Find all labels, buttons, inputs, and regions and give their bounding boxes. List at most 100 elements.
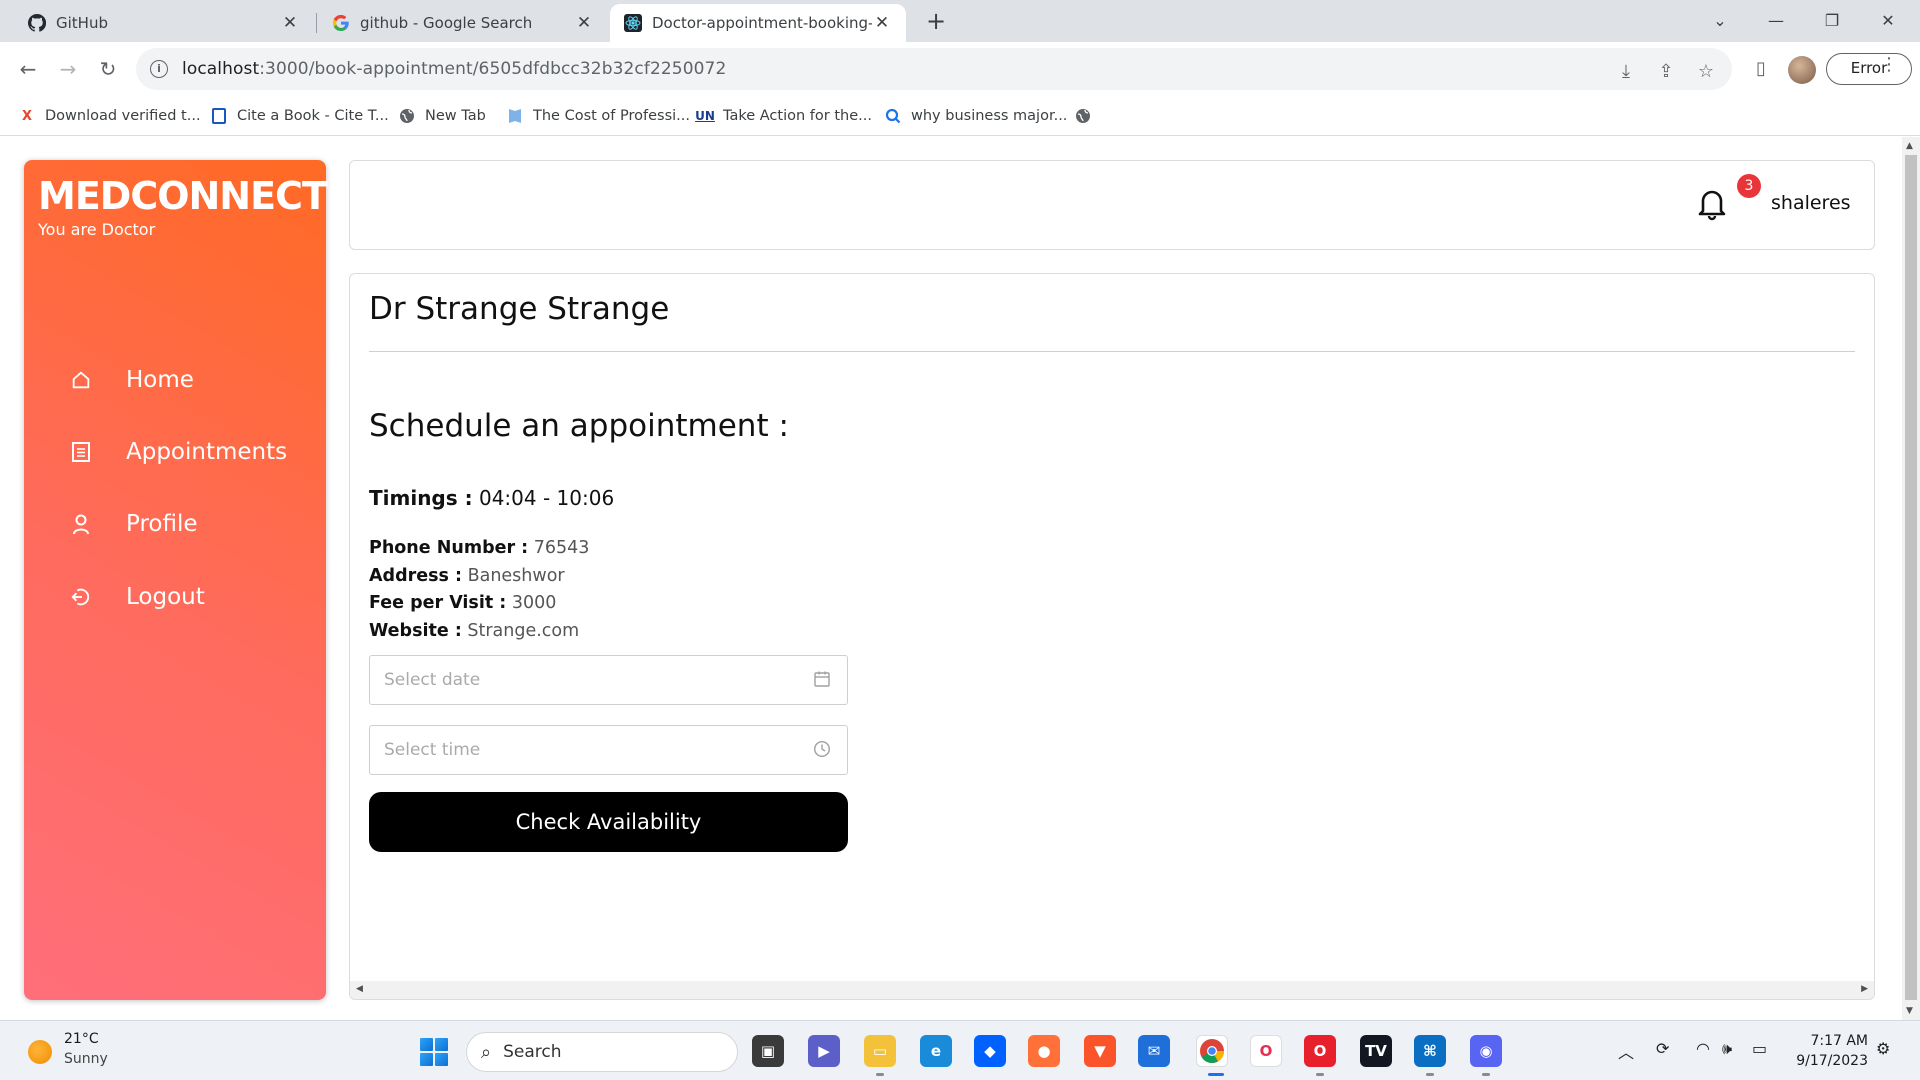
file-explorer-icon[interactable]: ▭ xyxy=(864,1035,896,1067)
timings-line: Timings : 04:04 - 10:06 xyxy=(369,486,615,510)
discord-icon[interactable]: ◉ xyxy=(1470,1035,1502,1067)
scroll-left-icon[interactable]: ◀ xyxy=(356,984,363,994)
scroll-down-icon[interactable]: ▼ xyxy=(1906,1006,1913,1016)
tab-search-chevron-icon[interactable]: ⌄ xyxy=(1692,0,1748,40)
minimize-icon[interactable]: — xyxy=(1748,0,1804,40)
weather-condition[interactable]: Sunny xyxy=(64,1051,108,1067)
back-arrow-icon[interactable]: ← xyxy=(12,53,44,85)
reload-icon[interactable]: ↻ xyxy=(92,53,124,85)
tab-separator xyxy=(316,13,317,33)
scroll-up-icon[interactable]: ▲ xyxy=(1906,141,1913,151)
scroll-right-icon[interactable]: ▶ xyxy=(1861,984,1868,994)
install-app-icon[interactable]: ⤓ xyxy=(1614,60,1638,84)
sidebar-item-appointments[interactable]: Appointments xyxy=(68,432,287,472)
tab-github[interactable]: GitHub ✕ xyxy=(14,4,314,42)
new-tab-plus-icon[interactable]: + xyxy=(922,8,950,36)
tradingview-icon[interactable]: TV xyxy=(1360,1035,1392,1067)
running-indicator xyxy=(876,1073,884,1076)
date-input[interactable] xyxy=(384,670,813,690)
horizontal-scrollbar[interactable]: ◀ ▶ xyxy=(350,981,1874,999)
taskbar-search[interactable]: ⌕ Search xyxy=(466,1032,738,1072)
x-icon: X xyxy=(21,108,33,124)
bookmark-item[interactable]: Cite a Book - Cite T... xyxy=(210,105,389,127)
check-availability-button[interactable]: Check Availability xyxy=(369,792,848,852)
fee-line: Fee per Visit : 3000 xyxy=(369,593,557,613)
close-icon[interactable]: ✕ xyxy=(872,13,892,33)
address-bar[interactable]: i localhost:3000/book-appointment/6505df… xyxy=(136,48,1732,90)
running-indicator xyxy=(1316,1073,1324,1076)
username[interactable]: shaleres xyxy=(1771,192,1851,214)
bookmark-star-icon[interactable]: ☆ xyxy=(1694,60,1718,84)
windows-start-icon[interactable] xyxy=(420,1038,448,1066)
share-icon[interactable]: ⇪ xyxy=(1654,60,1678,84)
close-icon[interactable]: ✕ xyxy=(574,13,594,33)
show-hidden-icons-chevron-icon[interactable]: ︿ xyxy=(1618,1039,1634,1063)
sync-icon[interactable]: ⟳ xyxy=(1656,1039,1669,1058)
tab-title: Doctor-appointment-booking-ap xyxy=(652,14,872,32)
time-input[interactable] xyxy=(384,740,813,760)
site-info-icon[interactable]: i xyxy=(150,60,168,78)
scrollbar-thumb[interactable] xyxy=(1905,155,1917,1000)
main-content: Dr Strange Strange Schedule an appointme… xyxy=(349,273,1875,1000)
sidebar-item-label: Appointments xyxy=(126,439,288,465)
sun-icon[interactable] xyxy=(28,1040,52,1064)
battery-icon[interactable]: ▭ xyxy=(1752,1039,1767,1058)
notification-bell-icon[interactable] xyxy=(1694,185,1730,221)
logout-icon xyxy=(68,586,94,608)
sidebar-item-label: Home xyxy=(126,367,194,393)
clock-icon[interactable] xyxy=(813,740,833,760)
close-icon[interactable]: ✕ xyxy=(280,13,300,33)
bookmark-label: The Cost of Professi... xyxy=(533,108,691,124)
edge-icon[interactable]: e xyxy=(920,1035,952,1067)
wifi-icon[interactable]: ◠ xyxy=(1696,1039,1710,1058)
time-field[interactable] xyxy=(369,725,848,775)
teams-icon[interactable]: ▶ xyxy=(808,1035,840,1067)
address-line: Address : Baneshwor xyxy=(369,566,565,586)
sidebar-item-profile[interactable]: Profile xyxy=(68,504,198,544)
task-view-icon[interactable]: ▣ xyxy=(752,1035,784,1067)
bookmark-label: Download verified t... xyxy=(45,108,201,124)
taskbar-clock[interactable]: 7:17 AM 9/17/2023 xyxy=(1796,1031,1868,1071)
divider xyxy=(369,351,1855,352)
role-text: You are Doctor xyxy=(38,220,156,239)
forward-arrow-icon[interactable]: → xyxy=(52,53,84,85)
opera-gx-icon[interactable]: O xyxy=(1250,1035,1282,1067)
tab-google-search[interactable]: github - Google Search ✕ xyxy=(318,4,608,42)
sidebar-item-home[interactable]: Home xyxy=(68,360,194,400)
date-field[interactable] xyxy=(369,655,848,705)
vertical-scrollbar[interactable]: ▲ ▼ xyxy=(1902,137,1920,1020)
bookmark-item[interactable]: The Cost of Professi... xyxy=(506,105,690,127)
calendar-icon[interactable] xyxy=(813,670,833,690)
brave-icon[interactable]: ▼ xyxy=(1084,1035,1116,1067)
profile-error-button[interactable]: Error xyxy=(1826,53,1912,85)
tab-doctor-booking[interactable]: Doctor-appointment-booking-ap ✕ xyxy=(610,4,906,42)
weather-temperature[interactable]: 21°C xyxy=(64,1031,99,1047)
browser-toolbar: ← → ↻ i localhost:3000/book-appointment/… xyxy=(0,42,1920,96)
sidebar: MEDCONNECT You are Doctor Home Appointme… xyxy=(24,160,328,1000)
sidebar-item-label: Logout xyxy=(126,584,205,610)
firefox-icon[interactable]: ● xyxy=(1028,1035,1060,1067)
bookmark-item[interactable]: New Tab xyxy=(398,105,486,127)
chrome-icon[interactable] xyxy=(1196,1035,1228,1067)
notification-badge[interactable]: 3 xyxy=(1737,174,1761,198)
vscode-icon[interactable]: ⌘ xyxy=(1414,1035,1446,1067)
url-text: localhost:3000/book-appointment/6505dfdb… xyxy=(182,59,727,79)
bookmark-item[interactable]: why business major... xyxy=(884,105,1067,127)
mail-icon[interactable]: ✉ xyxy=(1138,1035,1170,1067)
volume-icon[interactable]: 🕪 xyxy=(1722,1039,1732,1059)
bookmark-item[interactable]: X Download verified t... xyxy=(18,105,201,127)
restore-icon[interactable]: ❐ xyxy=(1804,0,1860,40)
tab-title: github - Google Search xyxy=(360,14,533,32)
side-panel-icon[interactable]: ▯ xyxy=(1748,56,1774,82)
menu-kebab-icon[interactable]: ⋮ xyxy=(1880,54,1898,75)
search-q-icon xyxy=(884,107,902,125)
opera-icon[interactable]: O xyxy=(1304,1035,1336,1067)
dropbox-icon[interactable]: ◆ xyxy=(974,1035,1006,1067)
bookmark-item[interactable]: UN Take Action for the... xyxy=(695,105,872,127)
sidebar-item-logout[interactable]: Logout xyxy=(68,577,205,617)
phone-line: Phone Number : 76543 xyxy=(369,538,590,558)
notification-center-icon[interactable]: ⚙ xyxy=(1876,1039,1890,1058)
bookmark-item[interactable] xyxy=(1074,105,1101,127)
window-close-icon[interactable]: ✕ xyxy=(1860,0,1916,40)
profile-avatar[interactable] xyxy=(1788,56,1816,84)
